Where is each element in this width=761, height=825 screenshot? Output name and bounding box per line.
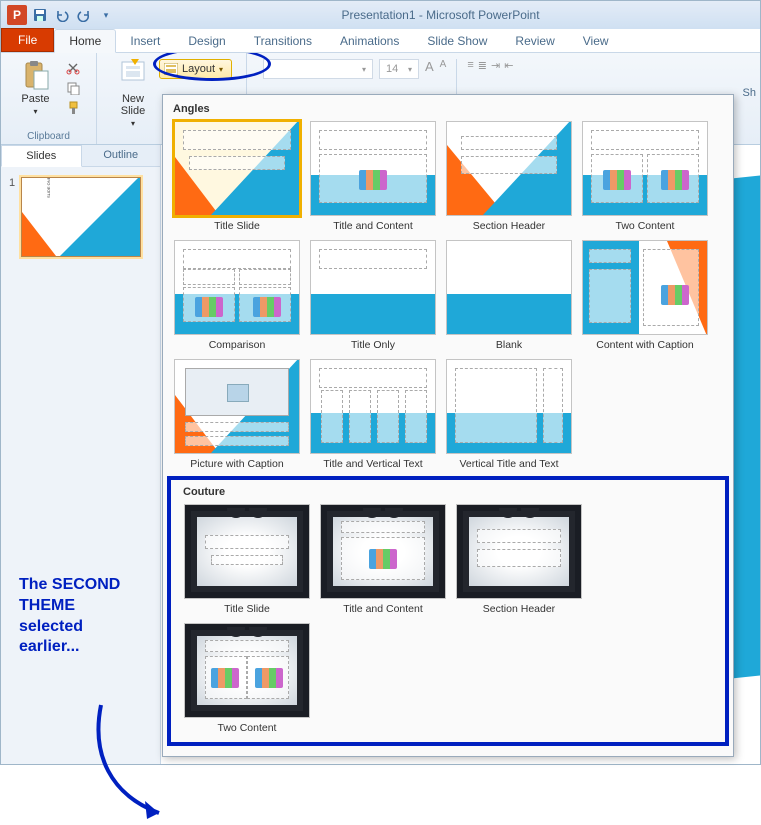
file-tab[interactable]: File (1, 28, 54, 52)
cut-icon[interactable] (62, 59, 84, 77)
group-clipboard: Paste ▾ Clipboard (1, 53, 97, 144)
numbering-icon[interactable]: ≣ (478, 59, 487, 72)
layout-option[interactable]: Two Content (581, 121, 709, 232)
redo-icon[interactable] (75, 6, 93, 24)
font-size-combo[interactable]: 14▾ (379, 59, 419, 79)
layout-caption: Section Header (483, 603, 555, 615)
layout-option[interactable]: Title and Content (309, 121, 437, 232)
slides-pane: Slides Outline 1 SLIDE ONE The SECOND TH… (1, 145, 161, 764)
shrink-font-icon[interactable]: A (440, 59, 447, 70)
annotation-arrow-icon (81, 695, 171, 825)
layout-caption: Comparison (209, 339, 266, 351)
layout-preview (174, 121, 300, 216)
save-icon[interactable] (31, 6, 49, 24)
layout-option[interactable]: Two Content (183, 623, 311, 734)
layout-caption: Picture with Caption (190, 458, 283, 470)
tab-insert[interactable]: Insert (116, 30, 174, 52)
layout-option[interactable]: Title Slide (183, 504, 311, 615)
annotation-text: The SECOND THEME selected earlier... (19, 575, 139, 658)
layout-option[interactable]: Title and Content (319, 504, 447, 615)
layout-preview (310, 359, 436, 454)
layout-option[interactable]: Section Header (445, 121, 573, 232)
layout-caption: Title Slide (224, 603, 270, 615)
layout-preview (310, 240, 436, 335)
layout-preview (310, 121, 436, 216)
layout-button[interactable]: Layout ▾ (159, 59, 232, 79)
layout-preview (446, 359, 572, 454)
format-painter-icon[interactable] (62, 99, 84, 117)
layout-preview (184, 504, 310, 599)
layout-caption: Title and Content (343, 603, 423, 615)
window-title: Presentation1 - Microsoft PowerPoint (121, 8, 760, 22)
layout-preview (174, 359, 300, 454)
layout-option[interactable]: Title and Vertical Text (309, 359, 437, 470)
layout-preview (320, 504, 446, 599)
layout-option[interactable]: Title Slide (173, 121, 301, 232)
layout-caption: Title Slide (214, 220, 260, 232)
layout-caption: Content with Caption (596, 339, 693, 351)
qat-dropdown-icon[interactable]: ▾ (97, 6, 115, 24)
layout-option[interactable]: Picture with Caption (173, 359, 301, 470)
bullets-icon[interactable]: ≡ (467, 59, 473, 72)
undo-icon[interactable] (53, 6, 71, 24)
powerpoint-logo-icon: P (7, 5, 27, 25)
slide-thumbnail-1[interactable]: SLIDE ONE (21, 177, 141, 257)
slide-number: 1 (9, 177, 15, 257)
paste-label: Paste (21, 93, 49, 105)
layout-option[interactable]: Content with Caption (581, 240, 709, 351)
layout-option[interactable]: Section Header (455, 504, 583, 615)
tab-home[interactable]: Home (54, 29, 116, 53)
annotation-highlight-box: Couture Title Slide Title and Content Secti… (167, 476, 729, 746)
layout-option[interactable]: Blank (445, 240, 573, 351)
new-slide-label: New Slide (121, 93, 145, 117)
layout-label: Layout (182, 63, 215, 75)
layout-gallery: Angles Title Slide Title and Content Sectio… (162, 94, 734, 757)
layout-option[interactable]: Comparison (173, 240, 301, 351)
grow-font-icon[interactable]: A (425, 59, 434, 74)
font-family-combo[interactable]: ▾ (263, 59, 373, 79)
paste-button[interactable]: Paste ▾ (14, 57, 58, 118)
layout-caption: Blank (496, 339, 522, 351)
tab-slideshow[interactable]: Slide Show (413, 30, 501, 52)
outdent-icon[interactable]: ⇤ (504, 59, 513, 72)
theme-label: Couture (173, 484, 723, 504)
layout-caption: Title and Content (333, 220, 413, 232)
layout-option[interactable]: Title Only (309, 240, 437, 351)
layout-preview (456, 504, 582, 599)
layout-option[interactable]: Vertical Title and Text (445, 359, 573, 470)
layout-caption: Two Content (616, 220, 675, 232)
tab-design[interactable]: Design (174, 30, 239, 52)
pane-tab-outline[interactable]: Outline (82, 145, 161, 166)
layout-preview (446, 121, 572, 216)
layout-preview (184, 623, 310, 718)
indent-icon[interactable]: ⇥ (491, 59, 500, 72)
layout-caption: Title Only (351, 339, 395, 351)
layout-preview (582, 121, 708, 216)
ribbon-tabs: File Home Insert Design Transitions Anim… (1, 29, 760, 53)
new-slide-button[interactable]: New Slide ▾ (111, 57, 155, 130)
pane-tabs: Slides Outline (1, 145, 160, 167)
quick-access-toolbar: P ▾ (1, 5, 121, 25)
tab-view[interactable]: View (569, 30, 623, 52)
slide-thumbnail-list: 1 SLIDE ONE (1, 167, 160, 267)
layout-preview (446, 240, 572, 335)
copy-icon[interactable] (62, 79, 84, 97)
clipboard-group-label: Clipboard (27, 131, 70, 142)
layout-preview (174, 240, 300, 335)
layout-caption: Section Header (473, 220, 545, 232)
layout-caption: Title and Vertical Text (323, 458, 422, 470)
layout-grid: Title Slide Title and Content Section Head… (173, 504, 723, 734)
titlebar: P ▾ Presentation1 - Microsoft PowerPoint (1, 1, 760, 29)
layout-grid: Title Slide Title and Content Section Head… (163, 121, 733, 470)
tab-review[interactable]: Review (501, 30, 568, 52)
shapes-group-hint: Sh (743, 87, 756, 99)
tab-transitions[interactable]: Transitions (240, 30, 326, 52)
layout-caption: Two Content (218, 722, 277, 734)
layout-caption: Vertical Title and Text (459, 458, 558, 470)
layout-preview (582, 240, 708, 335)
theme-label: Angles (163, 101, 733, 121)
tab-animations[interactable]: Animations (326, 30, 413, 52)
pane-tab-slides[interactable]: Slides (1, 145, 82, 167)
